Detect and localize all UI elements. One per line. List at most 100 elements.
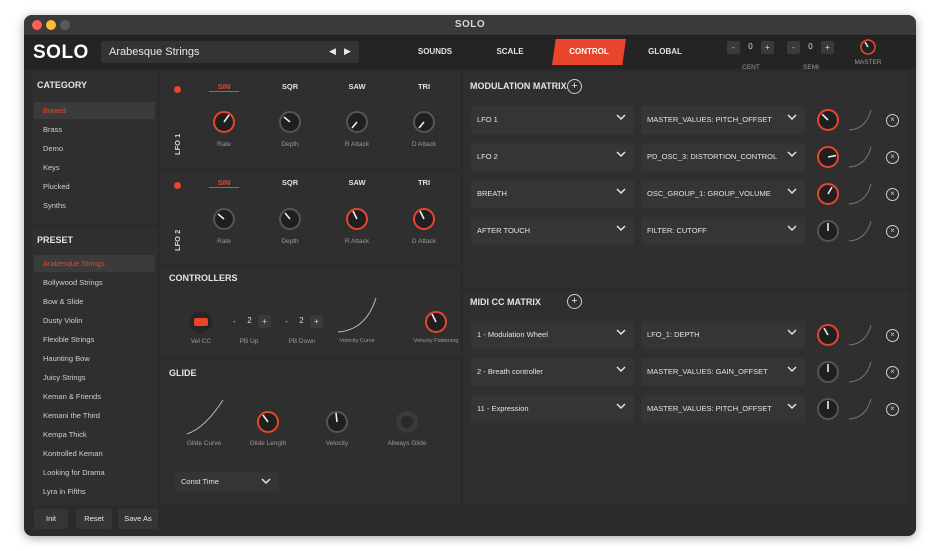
mod-matrix-curve-editor[interactable] [848, 146, 872, 168]
pb-up-minus-button[interactable]: - [228, 315, 241, 328]
pb-up-plus-button[interactable]: + [258, 315, 271, 328]
preset-item[interactable]: Looking for Drama [34, 464, 155, 481]
mod-matrix-target-dropdown[interactable]: FILTER: CUTOFF [641, 217, 805, 245]
pb-down-minus-button[interactable]: - [280, 315, 293, 328]
lfo2-depth-knob[interactable] [276, 205, 304, 233]
glide-curve-editor[interactable] [185, 398, 225, 436]
mod-matrix-source-dropdown[interactable]: BREATH [471, 180, 634, 208]
next-preset-icon[interactable]: ▶ [344, 46, 351, 57]
lfo1-wave-sin[interactable]: SIN [209, 82, 239, 92]
lfo2-wave-tri[interactable]: TRI [409, 178, 439, 187]
pb-down-plus-button[interactable]: + [310, 315, 323, 328]
add-midi-cc-button[interactable]: + [567, 294, 582, 309]
preset-item[interactable]: Dusty Violin [34, 312, 155, 329]
lfo2-d-attack-knob[interactable] [410, 205, 438, 233]
lfo2-r-attack-knob[interactable] [343, 205, 371, 233]
preset-item[interactable]: Kempa Thick [34, 426, 155, 443]
mod-matrix-amount-knob[interactable] [814, 217, 842, 250]
lfo2-enable-toggle[interactable] [174, 182, 181, 189]
mod-matrix-source-dropdown[interactable]: LFO 2 [471, 143, 634, 171]
mod-matrix-target-dropdown[interactable]: OSC_GROUP_1: GROUP_VOLUME [641, 180, 805, 208]
preset-selector[interactable]: Arabesque Strings ◀ ▶ [101, 41, 359, 63]
tab-sounds[interactable]: SOUNDS [409, 39, 461, 65]
mod-matrix-remove-button[interactable]: × [886, 188, 899, 201]
category-item-brass[interactable]: Brass [34, 121, 155, 138]
category-item-plucked[interactable]: Plucked [34, 178, 155, 195]
midi-matrix-amount-knob[interactable] [814, 321, 842, 354]
lfo1-rate-knob[interactable] [210, 108, 238, 136]
midi-matrix-amount-knob[interactable] [814, 358, 842, 391]
semi-minus-button[interactable]: - [787, 41, 800, 54]
tab-global[interactable]: GLOBAL [639, 39, 691, 65]
init-button[interactable]: Init [34, 509, 68, 529]
lfo2-wave-saw[interactable]: SAW [342, 178, 372, 187]
midi-matrix-target-dropdown[interactable]: LFO_1: DEPTH [641, 321, 805, 349]
glide-velocity-knob[interactable] [323, 408, 351, 436]
midi-matrix-curve-editor[interactable] [848, 398, 872, 420]
preset-item[interactable]: Haunting Bow [34, 350, 155, 367]
save-as-button[interactable]: Save As [118, 509, 158, 529]
preset-item[interactable]: Bow & Slide [34, 293, 155, 310]
preset-item[interactable]: Juicy Strings [34, 369, 155, 386]
midi-matrix-source-dropdown[interactable]: 11 - Expression [471, 395, 634, 423]
lfo2-wave-sqr[interactable]: SQR [275, 178, 305, 187]
preset-item[interactable]: Flexible Strings [34, 331, 155, 348]
mod-matrix-curve-editor[interactable] [848, 109, 872, 131]
velocity-curve-editor[interactable] [336, 296, 378, 334]
mod-matrix-target-dropdown[interactable]: PD_OSC_3: DISTORTION_CONTROL [641, 143, 805, 171]
mod-matrix-amount-knob[interactable] [814, 143, 842, 176]
tab-control[interactable]: CONTROL [552, 39, 626, 65]
mod-matrix-curve-editor[interactable] [848, 220, 872, 242]
preset-item[interactable]: Keman & Friends [34, 388, 155, 405]
mod-matrix-amount-knob[interactable] [814, 106, 842, 139]
midi-matrix-curve-editor[interactable] [848, 361, 872, 383]
mod-matrix-remove-button[interactable]: × [886, 114, 899, 127]
mod-matrix-target-dropdown[interactable]: MASTER_VALUES: PITCH_OFFSET [641, 106, 805, 134]
lfo1-depth-knob[interactable] [276, 108, 304, 136]
preset-item[interactable]: Lyra in Fifths [34, 483, 155, 500]
tab-scale[interactable]: SCALE [484, 39, 536, 65]
mod-matrix-amount-knob[interactable] [814, 180, 842, 213]
glide-length-knob[interactable] [254, 408, 282, 436]
category-item-bowed[interactable]: Bowed [34, 102, 155, 119]
preset-item[interactable]: Kemani the Third [34, 407, 155, 424]
glide-mode-dropdown[interactable]: Const Time [175, 472, 279, 492]
midi-matrix-target-dropdown[interactable]: MASTER_VALUES: GAIN_OFFSET [641, 358, 805, 386]
lfo2-rate-knob[interactable] [210, 205, 238, 233]
add-modulation-button[interactable]: + [567, 79, 582, 94]
velocity-flattening-knob[interactable] [422, 308, 450, 336]
mod-matrix-remove-button[interactable]: × [886, 225, 899, 238]
lfo1-enable-toggle[interactable] [174, 86, 181, 93]
reset-button[interactable]: Reset [76, 509, 112, 529]
mod-matrix-remove-button[interactable]: × [886, 151, 899, 164]
category-item-demo[interactable]: Demo [34, 140, 155, 157]
lfo1-wave-sqr[interactable]: SQR [275, 82, 305, 91]
category-item-keys[interactable]: Keys [34, 159, 155, 176]
mod-matrix-source-dropdown[interactable]: AFTER TOUCH [471, 217, 634, 245]
midi-matrix-remove-button[interactable]: × [886, 329, 899, 342]
lfo1-r-attack-knob[interactable] [343, 108, 371, 136]
preset-item[interactable]: Kontrolled Keman [34, 445, 155, 462]
always-glide-toggle[interactable] [396, 411, 418, 433]
midi-matrix-source-dropdown[interactable]: 1 - Modulation Wheel [471, 321, 634, 349]
category-item-synths[interactable]: Synths [34, 197, 155, 214]
lfo1-wave-saw[interactable]: SAW [342, 82, 372, 91]
midi-matrix-target-dropdown[interactable]: MASTER_VALUES: PITCH_OFFSET [641, 395, 805, 423]
midi-matrix-remove-button[interactable]: × [886, 366, 899, 379]
midi-matrix-amount-knob[interactable] [814, 395, 842, 428]
previous-preset-icon[interactable]: ◀ [329, 46, 336, 57]
vel-cc-toggle[interactable] [190, 311, 212, 333]
mod-matrix-curve-editor[interactable] [848, 183, 872, 205]
semi-plus-button[interactable]: + [821, 41, 834, 54]
cent-plus-button[interactable]: + [761, 41, 774, 54]
preset-item[interactable]: Arabesque Strings [34, 255, 155, 272]
cent-minus-button[interactable]: - [727, 41, 740, 54]
lfo2-wave-sin[interactable]: SIN [209, 178, 239, 188]
mod-matrix-source-dropdown[interactable]: LFO 1 [471, 106, 634, 134]
midi-matrix-source-dropdown[interactable]: 2 - Breath controller [471, 358, 634, 386]
master-knob[interactable] [858, 37, 878, 57]
midi-matrix-curve-editor[interactable] [848, 324, 872, 346]
midi-matrix-remove-button[interactable]: × [886, 403, 899, 416]
preset-item[interactable]: Bollywood Strings [34, 274, 155, 291]
lfo1-wave-tri[interactable]: TRI [409, 82, 439, 91]
